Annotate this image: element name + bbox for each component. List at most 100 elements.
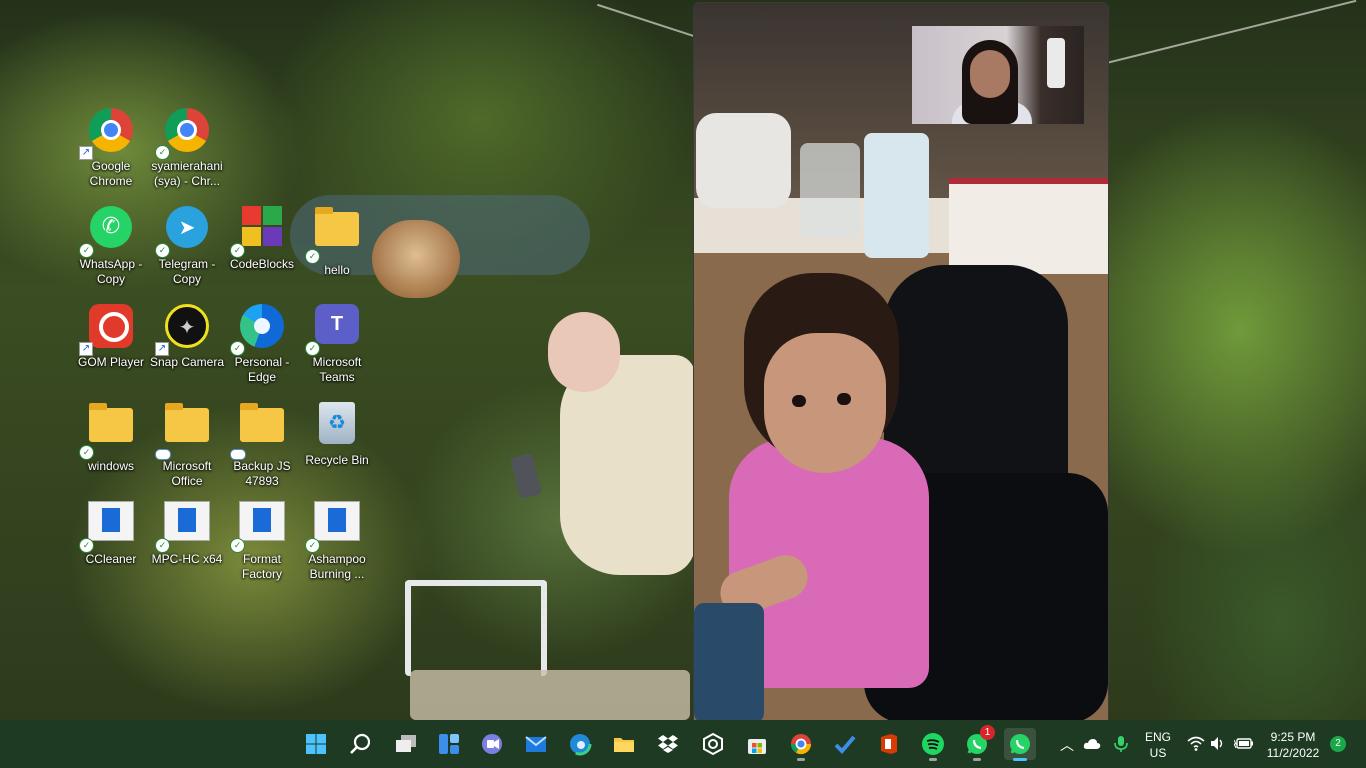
search-icon [350,733,371,754]
desktop-icon-label: syamierahani (sya) - Chr... [151,159,223,188]
whatsapp-icon [90,206,132,248]
installer-icon [88,501,134,541]
desktop-icon-personal-edge[interactable]: ✓ Personal - Edge [224,300,300,392]
microphone-icon[interactable] [1114,735,1128,753]
desktop-icon-label: Recycle Bin [305,453,369,467]
self-view-video[interactable] [912,26,1084,124]
desktop-icon-label: Snap Camera [149,355,225,369]
dropbox-app[interactable] [652,728,684,760]
widgets-button[interactable] [433,728,465,760]
sync-check-icon: ✓ [155,145,170,160]
input-language-indicator[interactable]: ENG US [1140,728,1176,760]
chrome-icon [790,734,812,755]
microsoft-store-app[interactable] [741,728,773,760]
cloud-status-icon [155,449,171,460]
desktop-icon-format-factory[interactable]: ✓ Format Factory [224,496,300,588]
desktop-icon-gom-player[interactable]: ↗ GOM Player [73,300,149,392]
shortcut-arrow-icon: ↗ [79,146,93,160]
wallpaper-string-lights [1107,0,1366,113]
desktop-icon-snap-camera[interactable]: ↗ Snap Camera [149,300,225,392]
todo-app[interactable] [829,728,861,760]
telegram-icon [166,206,208,248]
sync-check-icon: ✓ [305,538,320,553]
sync-check-icon: ✓ [155,538,170,553]
sync-check-icon: ✓ [79,445,94,460]
chrome-icon [89,108,133,152]
folder-icon [240,403,284,442]
language-region: US [1149,746,1167,760]
recycle-bin-icon [319,402,355,444]
clock[interactable]: 9:25 PM 11/2/2022 [1262,728,1324,760]
desktop-icon-label: hello [324,263,350,277]
remote-video-cup [694,603,764,721]
sync-check-icon: ✓ [230,538,245,553]
installer-icon [314,501,360,541]
onedrive-cloud-icon[interactable] [1083,737,1101,751]
whatsapp-call-app[interactable] [1004,728,1036,761]
whatsapp-app[interactable]: 1 [961,725,995,761]
sync-check-icon: ✓ [79,243,94,258]
desktop-icon-label: Microsoft Teams [312,355,362,384]
gom-player-icon [89,304,133,348]
remote-video-rice-cooker [696,113,791,208]
folder-icon [165,403,209,442]
windows-logo-icon [306,734,326,754]
task-view-icon [396,735,416,752]
show-hidden-icons-chevron-up-icon[interactable]: ︿ [1060,735,1074,755]
desktop-icon-label: GOM Player [77,355,144,369]
desktop-icon-recycle-bin[interactable]: Recycle Bin [299,398,375,490]
notification-center-badge[interactable]: 2 [1330,736,1346,752]
spotify-app[interactable] [917,728,949,761]
wallpaper-phone [509,452,543,500]
chrome-app[interactable] [785,728,817,761]
sync-check-icon: ✓ [305,249,320,264]
video-call-window[interactable] [693,2,1109,722]
desktop-icon-telegram-copy[interactable]: ✓ Telegram - Copy [149,202,225,294]
wifi-icon[interactable] [1187,736,1205,751]
teams-chat-button[interactable] [476,728,508,760]
teams-chat-icon [482,734,502,754]
checkmark-icon [834,735,856,754]
folder-icon [614,738,634,752]
desktop-icon-label: MPC-HC x64 [151,552,223,566]
battery-charging-icon[interactable] [1234,737,1254,750]
cloud-status-icon [230,449,246,460]
desktop-icon-mpc-hc[interactable]: ✓ MPC-HC x64 [149,496,225,588]
mail-icon [525,736,547,752]
codeblocks-icon [242,206,282,246]
shortcut-arrow-icon: ↗ [155,342,169,356]
desktop-icon-whatsapp-copy[interactable]: ✓ WhatsApp - Copy [73,202,149,294]
sync-check-icon: ✓ [79,538,94,553]
wallpaper-bench [410,670,690,720]
start-button[interactable] [300,728,332,760]
wallpaper-string-lights-left [587,3,703,69]
desktop-icon-microsoft-teams[interactable]: T ✓ Microsoft Teams [299,300,375,392]
desktop-icon-folder-hello[interactable]: ✓ hello [299,202,375,294]
file-explorer-app[interactable] [608,728,640,760]
desktop-icon-google-chrome[interactable]: ↗ Google Chrome [73,104,149,196]
remote-video-oven [949,178,1108,274]
desktop-icon-label: CCleaner [85,552,137,566]
desktop-icon-ashampoo[interactable]: ✓ Ashampoo Burning ... [299,496,375,588]
volume-icon[interactable] [1210,736,1226,751]
desktop-icon-folder-windows[interactable]: ✓ windows [73,398,149,490]
teams-icon: T [315,304,359,344]
clock-date: 11/2/2022 [1266,746,1320,760]
desktop-icon-codeblocks[interactable]: ✓ CodeBlocks [224,202,300,294]
desktop-icon-folder-microsoft-office[interactable]: Microsoft Office [149,398,225,490]
desktop-icon-ccleaner[interactable]: ✓ CCleaner [73,496,149,588]
search-button[interactable] [345,728,377,760]
office-app[interactable] [873,728,905,760]
desktop-icon-folder-backup[interactable]: Backup JS 47893 [224,398,300,490]
sync-check-icon: ✓ [230,341,245,356]
snap-camera-icon [165,304,209,348]
desktop-icon-chrome-profile[interactable]: ✓ syamierahani (sya) - Chr... [149,104,225,196]
mail-app[interactable] [520,728,552,760]
task-view-button[interactable] [390,728,422,760]
wallpaper-lantern [372,220,460,298]
remote-video-jug [800,143,860,238]
edge-app[interactable] [564,728,596,760]
snap-camera-app[interactable] [697,728,729,760]
clock-time: 9:25 PM [1270,730,1316,744]
folder-icon [89,403,133,442]
